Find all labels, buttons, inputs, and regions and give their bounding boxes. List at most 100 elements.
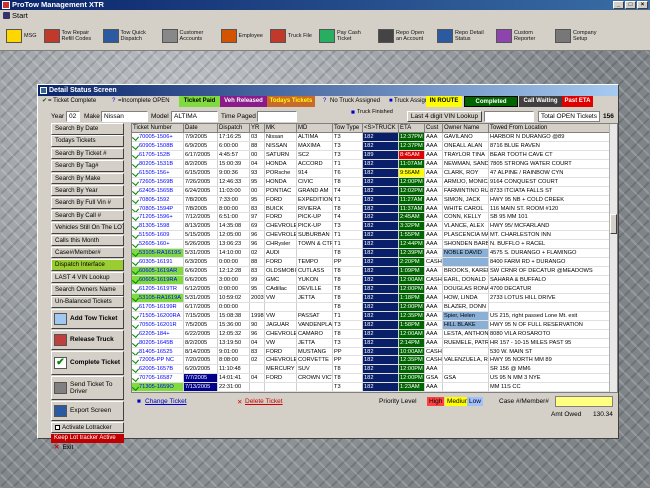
scroll-thumb[interactable] [610,214,617,234]
send-ticket-button[interactable]: Send Ticket To Driver [51,375,124,400]
table-row[interactable]: 72605-1569B 7/26/2005 12:46:33 95 HONDA CIVIC… [132,177,617,187]
table-row[interactable]: 60305-16191 6/3/2005 0:00:00 88 FORD TEMPO PP 1… [132,258,617,268]
nav-button[interactable]: Search By Date [51,123,124,135]
nav-button[interactable]: Search By Tag# [51,160,124,172]
minimize-icon[interactable]: _ [613,1,624,9]
nav-button[interactable]: Calls this Month [51,234,124,247]
table-row[interactable]: 62205-184+6/22/200512:05:3296CHEVROLETCA… [132,329,617,339]
table-row[interactable]: 71505-16200RA 7/15/2005 15:08:38 1998 VW PASS… [132,311,617,321]
maximize-icon[interactable]: □ [625,1,636,9]
nav-button[interactable]: Dispatch Interface [51,259,124,271]
nav-button[interactable]: Search By Ticket # [51,147,124,160]
delete-ticket-button[interactable]: Delete Ticket [245,398,283,405]
ticket-grid: Ticket Number Date Dispatch YR MK MD Tow Type <… [131,123,618,393]
export-screen-button[interactable]: Export Screen [51,400,124,421]
table-row[interactable]: 80205-1645B 8/2/2005 13:19:50 04 VW JETTA T3 18… [132,338,617,348]
table-row[interactable]: 71305-1659O 7/13/2005 22:31:00 T3 182 1:23AM A… [132,383,617,392]
lotracker-checkbox[interactable] [55,425,60,431]
grid-column-header[interactable]: Date [184,124,218,132]
year-field[interactable]: 02 [66,111,80,122]
case-member-field[interactable] [555,396,613,407]
make-field[interactable]: Nissan [101,111,148,122]
toolbar-button[interactable]: MSG [6,28,37,43]
nav-button[interactable]: Search By Call # [51,209,124,222]
toolbar-button[interactable]: Customer Accounts [161,28,214,43]
grid-column-header[interactable]: Owner Name [443,124,489,132]
table-row[interactable]: 61705-152B 6/17/2005 4:45:57 00 SATURN SC2 T3 1… [132,150,617,160]
table-row[interactable]: 60905-1508B 6/9/2005 6:00:00 88 NISSAN MAXIMA… [132,141,617,151]
table-row[interactable]: 61205-1619TR 6/12/2005 0:00:00 95 CAdillac DE… [132,284,617,294]
priority-high[interactable]: High [427,397,445,406]
grid-column-header[interactable]: Towed From Location [489,124,611,132]
table-row[interactable]: 53105-RA1619A 5/31/2005 10:59:02 2003 VW JETT… [132,293,617,303]
table-row[interactable]: 60605-1619RA 6/6/2005 3:00:00 99 GMC YUKON T8 1… [132,276,617,285]
table-row[interactable]: 81305-15988/13/200514:35:0869CHEVROLETPI… [132,222,617,232]
grid-column-header[interactable]: MK [265,124,297,132]
table-row[interactable]: 70705-16587 7/7/2005 14:01:41 04 FORD CROWN V… [132,374,617,384]
nav-button[interactable]: Search By Year [51,184,124,197]
table-cell: EARL, DONALD [443,276,489,284]
vin-lookup-field[interactable] [484,111,534,122]
toolbar-button[interactable]: Repo Open an Account [377,28,430,43]
model-field[interactable]: ALTIMA [171,111,218,122]
toolbar-button[interactable]: Custom Reporter [495,28,548,43]
table-row[interactable]: 62405-1565B 6/24/2005 11:03:00 00 PONTIAC GRA… [132,186,617,196]
toolbar-button[interactable]: Tow Quick Dispatch [102,28,155,43]
table-row[interactable]: 61505-156+ 6/15/2005 9:00:36 93 PORsche 914 T6… [132,168,617,178]
toolbar-button[interactable]: Employee [220,28,263,43]
grid-column-header[interactable]: ETA [399,124,425,132]
toolbar-button[interactable]: Truck File [270,28,312,43]
nav-button[interactable]: Search Owners Name [51,284,124,296]
table-row[interactable]: 71205-1596+ 7/12/2005 6:51:00 97 FORD PICK-UP… [132,213,617,223]
table-row[interactable]: 81405-16525 8/14/2005 9:01:00 83 FORD MUSTANG… [132,347,617,357]
nav-button[interactable]: Search By Full Vin # [51,197,124,209]
table-row[interactable]: 53105-RA1619S 5/31/2005 14:10:00 02 AUDI T8 18… [132,249,617,259]
grid-column-header[interactable]: Cust [425,124,443,132]
nav-button[interactable]: Un-Balanced Tickets [51,296,124,308]
toolbar-button[interactable]: Company Setup [554,28,607,43]
table-row[interactable]: 52605-160+ 5/26/2005 13:06:23 96 CHRysler TOW… [132,240,617,250]
table-cell [250,302,265,311]
start-menu[interactable]: Start [12,11,28,20]
grid-column-header[interactable]: <S>TRUCK ID [363,124,399,132]
table-row[interactable]: 60605-1619AR6/6/200512:12:2883OLDSMOBILE… [132,267,617,276]
table-row[interactable]: 72005-PP NC7/20/20058:08:0002CHEVROLETCO… [132,356,617,366]
table-row[interactable]: 70805-1592 7/8/2005 7:33:00 95 FORD EXPEDITIO… [132,195,617,205]
vin-lookup-button[interactable]: Last 4 digit VIN Lookup [407,111,482,122]
priority-low[interactable]: Low [467,397,483,406]
grid-column-header[interactable]: Tow Type [333,124,363,132]
table-row[interactable]: 51505-16095/15/200512:05:0096CHEVROLETSU… [132,231,617,241]
grid-vertical-scrollbar[interactable] [609,124,617,392]
table-row[interactable]: 61705-16199R 6/17/2005 0:00:00 T8 182 12:00PM… [132,302,617,312]
toolbar-button[interactable]: Tow Repair Refill Codes [43,28,96,43]
table-row[interactable]: 71305-16591 R7/13/200519:10:1695VWJETTAT… [132,392,617,393]
nav-button[interactable]: LAST 4 VIN Lookup [51,271,124,284]
table-row[interactable]: 70005-1506+ 7/9/2005 17:16:25 03 Nissan ALTIM… [132,133,617,142]
table-row[interactable]: 70805-1594P 7/8/2005 8:00:00 83 BUICK RIVIERA… [132,204,617,214]
nav-button[interactable]: Todays Tickets [51,135,124,147]
time-paged-field[interactable] [257,111,297,122]
complete-ticket-button[interactable]: ✔ Complete Ticket [51,350,124,375]
table-row[interactable]: 70505-16201R 7/5/2005 15:36:00 90 JAGUAR VAND… [132,320,617,330]
table-cell: 7/5/2005 [184,320,218,329]
table-cell: CHEVROLET [266,222,297,231]
exit-button[interactable]: ✕ Exit [51,443,124,452]
toolbar-button[interactable]: Repo Detail Status [436,28,489,43]
release-truck-button[interactable]: Release Truck [51,329,124,350]
table-cell: T3 [333,338,363,347]
grid-column-header[interactable]: MD [297,124,333,132]
table-row[interactable]: 80205-1531B 8/2/2005 15:00:39 04 HONDA ACCORD… [132,159,617,169]
nav-button[interactable]: Case#/Member# [51,246,124,259]
close-icon[interactable]: × [637,1,648,9]
table-cell: CLARK, ROY [443,168,489,177]
change-ticket-button[interactable]: Change Ticket [145,398,187,405]
nav-button[interactable]: Search By Make [51,172,124,185]
nav-button[interactable]: Vehicles Still On The LOT... [51,222,124,234]
add-tow-ticket-button[interactable]: Add Tow Ticket [51,308,124,329]
grid-column-header[interactable]: YR [250,124,265,132]
table-row[interactable]: 62005-1657B 6/20/2005 11:10:48 MERCURY SUV T8… [132,365,617,375]
toolbar-button[interactable]: Pay Cash Ticket [318,28,371,43]
grid-column-header[interactable]: Dispatch [218,124,250,132]
grid-column-header[interactable]: Ticket Number [132,124,184,132]
activate-lotracker-button[interactable]: Activate Lotracker [51,421,124,434]
